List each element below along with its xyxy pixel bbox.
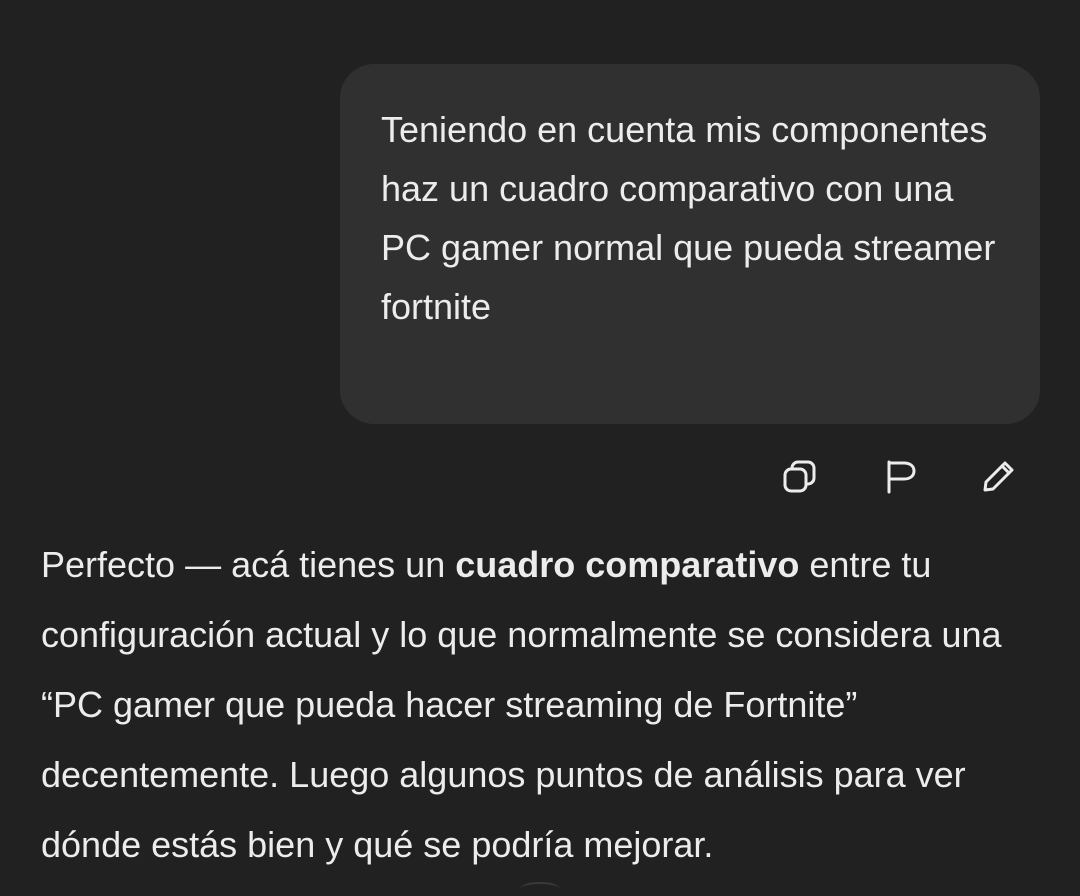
assistant-message: Perfecto — acá tienes un cuadro comparat… (41, 530, 1051, 880)
scroll-indicator (520, 882, 560, 896)
pencil-icon (983, 461, 1014, 492)
copy-button[interactable] (776, 452, 824, 500)
report-button[interactable] (876, 452, 924, 500)
flag-icon (887, 460, 916, 494)
edit-button[interactable] (975, 452, 1023, 500)
user-message-text: Teniendo en cuenta mis componentes haz u… (381, 109, 996, 327)
assistant-message-text: Perfecto — acá tienes un cuadro comparat… (41, 530, 1051, 880)
message-actions (0, 452, 1080, 500)
assistant-text-intro: Perfecto — acá tienes un (41, 544, 456, 585)
assistant-text-bold: cuadro comparativo (455, 544, 800, 585)
user-message-bubble: Teniendo en cuenta mis componentes haz u… (340, 64, 1040, 424)
copy-icon (783, 460, 816, 493)
assistant-text-rest: entre tu configuración actual y lo que n… (41, 544, 1002, 865)
